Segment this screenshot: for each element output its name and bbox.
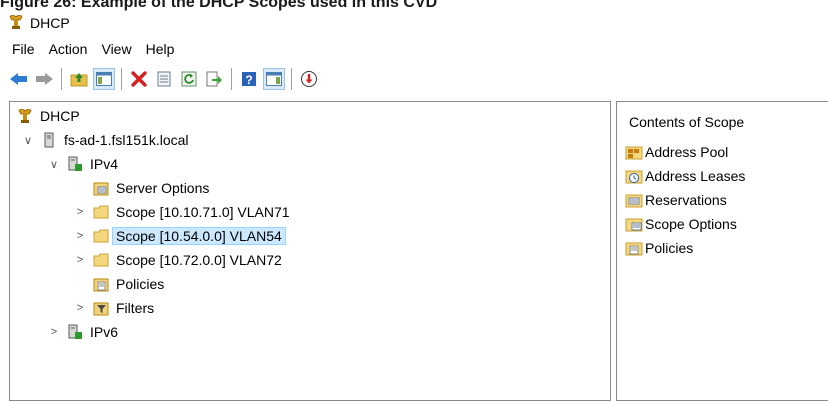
expand-chevron-icon[interactable]: > (72, 230, 88, 242)
menu-action[interactable]: Action (49, 41, 88, 57)
tree-label: fs-ad-1.fsl151k.local (64, 132, 189, 148)
address-pool-icon (625, 143, 643, 161)
folder-icon (92, 203, 110, 221)
content-item-label: Policies (645, 240, 694, 256)
menu-file[interactable]: File (12, 41, 35, 57)
reservations-icon (625, 191, 643, 209)
tree-label: Server Options (116, 180, 210, 196)
address-leases-icon (625, 167, 643, 185)
menu-bar: File Action View Help (0, 38, 828, 60)
content-item-label: Address Pool (645, 144, 729, 160)
console-tree: DHCP ∨ fs-ad-1.fsl151k.local ∨ IPv4 Serv… (9, 101, 611, 401)
tree-node-scope-vlan54[interactable]: > Scope [10.54.0.0] VLAN54 (72, 225, 286, 247)
tree-node-scope-vlan71[interactable]: > Scope [10.10.71.0] VLAN71 (72, 201, 290, 223)
back-arrow-icon[interactable] (8, 68, 30, 90)
content-item-label: Reservations (645, 192, 727, 208)
dhcp-icon (16, 107, 34, 125)
server-icon (40, 131, 58, 149)
tree-label: Policies (116, 276, 165, 292)
policies-icon (92, 275, 110, 293)
server-options-icon (92, 179, 110, 197)
toolbar-separator (61, 68, 62, 90)
expand-chevron-icon[interactable]: > (72, 302, 88, 314)
export-list-icon[interactable] (203, 68, 225, 90)
tree-label: Scope [10.10.71.0] VLAN71 (116, 204, 290, 220)
tree-node-ipv6[interactable]: > IPv6 (46, 321, 118, 343)
down-arrow-icon[interactable] (298, 68, 320, 90)
collapse-chevron-icon[interactable]: ∨ (20, 134, 36, 147)
contents-pane: Contents of Scope Address Pool Address L… (616, 101, 828, 401)
tree-label: IPv4 (90, 156, 119, 172)
ipv4-icon (66, 155, 84, 173)
content-item-reservations[interactable]: Reservations (625, 188, 727, 212)
properties-icon[interactable] (153, 68, 175, 90)
menu-view[interactable]: View (101, 41, 131, 57)
content-item-scope-options[interactable]: Scope Options (625, 212, 737, 236)
policies-icon (625, 239, 643, 257)
tree-label: Scope [10.54.0.0] VLAN54 (112, 227, 286, 245)
svg-text:?: ? (245, 73, 252, 87)
help-icon[interactable]: ? (238, 68, 260, 90)
filter-icon (92, 299, 110, 317)
tree-node-ipv4[interactable]: ∨ IPv4 (46, 153, 118, 175)
action-pane-icon[interactable] (263, 68, 285, 90)
tree-label: DHCP (40, 108, 80, 124)
toolbar: ? (0, 62, 828, 96)
tree-node-server-options[interactable]: Server Options (92, 177, 209, 199)
show-hide-tree-icon[interactable] (93, 68, 115, 90)
collapse-chevron-icon[interactable]: ∨ (46, 158, 62, 171)
expand-chevron-icon[interactable]: > (72, 206, 88, 218)
tree-node-filters[interactable]: > Filters (72, 297, 154, 319)
tree-label: Scope [10.72.0.0] VLAN72 (116, 252, 282, 268)
content-item-address-leases[interactable]: Address Leases (625, 164, 745, 188)
menu-help[interactable]: Help (146, 41, 175, 57)
window-title: DHCP (30, 15, 70, 31)
tree-node-scope-vlan72[interactable]: > Scope [10.72.0.0] VLAN72 (72, 249, 282, 271)
content-item-policies[interactable]: Policies (625, 236, 693, 260)
expand-chevron-icon[interactable]: > (46, 326, 62, 338)
tree-node-dhcp[interactable]: DHCP (16, 105, 80, 127)
tree-node-server[interactable]: ∨ fs-ad-1.fsl151k.local (20, 129, 189, 151)
up-folder-icon[interactable] (68, 68, 90, 90)
title-bar: DHCP (0, 10, 828, 36)
tree-label: IPv6 (90, 324, 119, 340)
content-item-address-pool[interactable]: Address Pool (625, 140, 728, 164)
dhcp-app-icon (8, 14, 24, 33)
folder-icon (92, 227, 110, 245)
toolbar-separator (291, 68, 292, 90)
delete-icon[interactable] (128, 68, 150, 90)
scope-options-icon (625, 215, 643, 233)
expand-chevron-icon[interactable]: > (72, 254, 88, 266)
tree-label: Filters (116, 300, 155, 316)
toolbar-separator (231, 68, 232, 90)
refresh-icon[interactable] (178, 68, 200, 90)
contents-title: Contents of Scope (629, 114, 745, 130)
toolbar-separator (121, 68, 122, 90)
content-item-label: Scope Options (645, 216, 737, 232)
folder-icon (92, 251, 110, 269)
content-item-label: Address Leases (645, 168, 746, 184)
tree-node-policies[interactable]: Policies (92, 273, 164, 295)
forward-arrow-icon[interactable] (33, 68, 55, 90)
ipv6-icon (66, 323, 84, 341)
